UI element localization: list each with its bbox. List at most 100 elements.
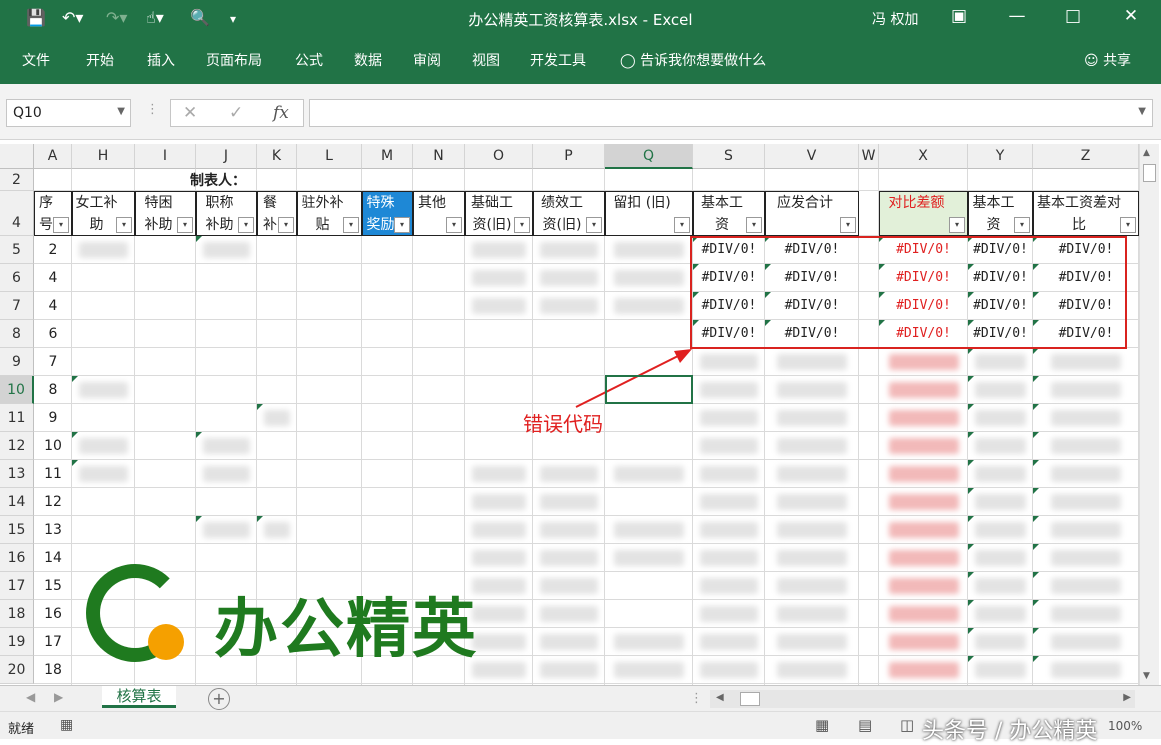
ribbon-display-icon[interactable]: ▣: [944, 6, 974, 26]
tell-me-search[interactable]: ◯ 告诉我你想要做什么: [620, 50, 766, 70]
name-box[interactable]: Q10 ▼: [6, 99, 131, 127]
column-header-q[interactable]: Q: [605, 144, 693, 169]
column-header-l[interactable]: L: [297, 144, 362, 169]
spreadsheet-grid[interactable]: AHIJKLMNOPQSVWXYZ 2 4 5 6 7 8 9 10 11 12 13 14 15 16 1…: [0, 140, 1161, 685]
prev-sheet-icon[interactable]: ◀: [26, 690, 35, 704]
user-name[interactable]: 冯 权加: [872, 9, 918, 29]
row-header-18[interactable]: 18: [0, 600, 34, 628]
column-header-i[interactable]: I: [135, 144, 196, 169]
minimize-button[interactable]: —: [1002, 6, 1032, 26]
cell-a16[interactable]: 14: [34, 544, 72, 572]
cell-a6[interactable]: 4: [34, 264, 72, 292]
cell-a8[interactable]: 6: [34, 320, 72, 348]
cell-a19[interactable]: 17: [34, 628, 72, 656]
row-header-7[interactable]: 7: [0, 292, 34, 320]
row-header-20[interactable]: 20: [0, 656, 34, 684]
row-header-6[interactable]: 6: [0, 264, 34, 292]
header-m[interactable]: 特殊奖励 ▾: [362, 191, 413, 236]
filter-dropdown-icon[interactable]: ▾: [746, 217, 762, 233]
next-sheet-icon[interactable]: ▶: [54, 690, 63, 704]
cell-a12[interactable]: 10: [34, 432, 72, 460]
page-layout-view-icon[interactable]: ▤: [858, 716, 872, 734]
filter-dropdown-icon[interactable]: ▾: [53, 217, 69, 233]
filter-dropdown-icon[interactable]: ▾: [116, 217, 132, 233]
column-header-v[interactable]: V: [765, 144, 859, 169]
close-button[interactable]: ✕: [1116, 6, 1146, 26]
filter-dropdown-icon[interactable]: ▾: [514, 217, 530, 233]
filter-dropdown-icon[interactable]: ▾: [278, 217, 294, 233]
header-s[interactable]: 基本工资 ▾: [693, 191, 765, 236]
header-v[interactable]: 应发合计 ▾: [765, 191, 859, 236]
filter-dropdown-icon[interactable]: ▾: [238, 217, 254, 233]
filter-dropdown-icon[interactable]: ▾: [177, 217, 193, 233]
column-header-m[interactable]: M: [362, 144, 413, 169]
cell-a20[interactable]: 18: [34, 656, 72, 684]
normal-view-icon[interactable]: ▦: [815, 716, 829, 734]
header-k[interactable]: 餐补 ▾: [257, 191, 297, 236]
column-header-a[interactable]: A: [34, 144, 72, 169]
tab-review[interactable]: 审阅: [413, 50, 441, 70]
row-header-10[interactable]: 10: [0, 376, 34, 404]
filter-dropdown-icon[interactable]: ▾: [949, 217, 965, 233]
cell-a18[interactable]: 16: [34, 600, 72, 628]
column-header-w[interactable]: W: [859, 144, 879, 169]
split-handle-icon[interactable]: ⋮: [690, 691, 703, 706]
scroll-thumb[interactable]: [1143, 164, 1156, 182]
tab-data[interactable]: 数据: [354, 50, 382, 70]
scroll-down-icon[interactable]: ▼: [1143, 671, 1150, 681]
sheet-tab-active[interactable]: 核算表: [102, 686, 176, 708]
cell-a7[interactable]: 4: [34, 292, 72, 320]
header-y[interactable]: 基本工资 ▾: [968, 191, 1033, 236]
vertical-scrollbar[interactable]: ▲ ▼: [1139, 144, 1159, 685]
row-header-17[interactable]: 17: [0, 572, 34, 600]
zoom-level[interactable]: 100%: [1108, 719, 1142, 733]
row-header-19[interactable]: 19: [0, 628, 34, 656]
cell-a15[interactable]: 13: [34, 516, 72, 544]
cell-a5[interactable]: 2: [34, 236, 72, 264]
header-i[interactable]: 特困补助 ▾: [135, 191, 196, 236]
tab-developer[interactable]: 开发工具: [530, 50, 586, 70]
row-header-13[interactable]: 13: [0, 460, 34, 488]
row-header-12[interactable]: 12: [0, 432, 34, 460]
scroll-thumb-horizontal[interactable]: [740, 692, 760, 706]
formula-input[interactable]: ▼: [309, 99, 1153, 127]
row-header-5[interactable]: 5: [0, 236, 34, 264]
column-header-k[interactable]: K: [257, 144, 297, 169]
row-header-16[interactable]: 16: [0, 544, 34, 572]
tab-home[interactable]: 开始: [86, 50, 114, 70]
column-header-y[interactable]: Y: [968, 144, 1033, 169]
header-x[interactable]: 对比差额 ▾: [879, 191, 968, 236]
row-header-4[interactable]: 4: [0, 191, 34, 236]
header-z[interactable]: 基本工资差对比 ▾: [1033, 191, 1139, 236]
cancel-icon[interactable]: ✕: [183, 103, 197, 123]
filter-dropdown-icon[interactable]: ▾: [394, 217, 410, 233]
preparer-label[interactable]: 制表人：: [190, 170, 260, 192]
share-button[interactable]: ☺ 共享: [1084, 50, 1131, 70]
scroll-right-icon[interactable]: ▶: [1123, 692, 1131, 703]
chevron-down-icon[interactable]: ▼: [117, 106, 125, 117]
cell-a14[interactable]: 12: [34, 488, 72, 516]
cell-a17[interactable]: 15: [34, 572, 72, 600]
macro-record-icon[interactable]: ▦: [60, 717, 73, 733]
filter-dropdown-icon[interactable]: ▾: [1120, 217, 1136, 233]
cell-a9[interactable]: 7: [34, 348, 72, 376]
column-header-n[interactable]: N: [413, 144, 465, 169]
row-header-9[interactable]: 9: [0, 348, 34, 376]
page-break-view-icon[interactable]: ◫: [900, 716, 914, 734]
maximize-button[interactable]: □: [1058, 6, 1088, 26]
cell-a10[interactable]: 8: [34, 376, 72, 404]
header-p[interactable]: 绩效工资(旧) ▾: [533, 191, 605, 236]
tab-file[interactable]: 文件: [22, 50, 50, 70]
cell-a11[interactable]: 9: [34, 404, 72, 432]
drag-handle-icon[interactable]: ⋮: [146, 102, 159, 117]
column-header-s[interactable]: S: [693, 144, 765, 169]
enter-icon[interactable]: ✓: [229, 103, 243, 123]
add-sheet-icon[interactable]: +: [208, 688, 230, 710]
header-n[interactable]: 其他 ▾: [413, 191, 465, 236]
horizontal-scrollbar[interactable]: ◀ ▶: [710, 690, 1135, 708]
header-h[interactable]: 女工补助 ▾: [72, 191, 135, 236]
header-o[interactable]: 基础工资(旧) ▾: [465, 191, 533, 236]
cell-a13[interactable]: 11: [34, 460, 72, 488]
filter-dropdown-icon[interactable]: ▾: [446, 217, 462, 233]
tab-insert[interactable]: 插入: [147, 50, 175, 70]
